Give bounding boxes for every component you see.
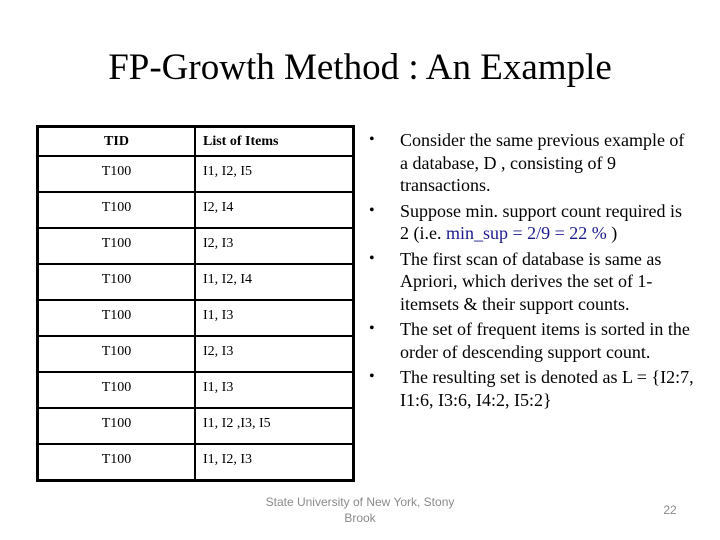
items-cell: I1, I2 ,I3, I5 <box>194 407 355 445</box>
tid-cell: T100 <box>36 443 196 482</box>
table-row: T100 I2, I3 <box>36 335 355 373</box>
bullet-text: The first scan of database is same as Ap… <box>400 248 662 314</box>
items-cell: I2, I3 <box>194 335 355 373</box>
bullet-item: • Suppose min. support count required is… <box>365 200 695 245</box>
column-header-tid: TID <box>36 125 196 157</box>
page-number: 22 <box>663 503 677 517</box>
table-row: T100 I2, I4 <box>36 191 355 229</box>
bullet-icon: • <box>369 368 375 385</box>
items-cell: I1, I2, I5 <box>194 155 355 193</box>
bullet-text-suffix: ) <box>606 223 618 243</box>
tid-cell: T100 <box>36 263 196 301</box>
tid-cell: T100 <box>36 227 196 265</box>
bullet-icon: • <box>369 249 375 267</box>
items-cell: I2, I4 <box>194 191 355 229</box>
table-row: T100 I1, I2, I4 <box>36 263 355 301</box>
bullet-item: • The first scan of database is same as … <box>365 248 695 316</box>
items-cell: I2, I3 <box>194 227 355 265</box>
bullet-icon: • <box>369 131 375 148</box>
slide-title: FP-Growth Method : An Example <box>108 47 612 88</box>
tid-cell: T100 <box>36 407 196 445</box>
tid-cell: T100 <box>36 335 196 373</box>
bullet-icon: • <box>369 320 375 337</box>
bullet-list: • Consider the same previous example of … <box>365 129 695 414</box>
bullet-text: The set of frequent items is sorted in t… <box>400 319 690 362</box>
bullet-text: The resulting set is denoted as L = {I2:… <box>400 367 694 410</box>
bullet-item: • The resulting set is denoted as L = {I… <box>365 366 695 411</box>
bullet-item: • Consider the same previous example of … <box>365 129 695 197</box>
table-row: T100 I2, I3 <box>36 227 355 265</box>
column-header-items: List of Items <box>194 125 355 157</box>
tid-cell: T100 <box>36 371 196 409</box>
table-header-row: TID List of Items <box>36 125 355 157</box>
items-cell: I1, I2, I4 <box>194 263 355 301</box>
table-row: T100 I1, I3 <box>36 371 355 409</box>
bullet-icon: • <box>369 201 375 219</box>
table-row: T100 I1, I3 <box>36 299 355 337</box>
items-cell: I1, I3 <box>194 299 355 337</box>
transactions-table: TID List of Items T100 I1, I2, I5 T100 I… <box>36 125 355 482</box>
bullet-text: Consider the same previous example of a … <box>400 130 685 195</box>
items-cell: I1, I3 <box>194 371 355 409</box>
table-row: T100 I1, I2, I5 <box>36 155 355 193</box>
items-cell: I1, I2, I3 <box>194 443 355 482</box>
min-sup-highlight: min_sup = 2/9 = 22 % <box>445 223 607 243</box>
slide-footer: State University of New York, Stony Broo… <box>265 495 455 525</box>
bullet-item: • The set of frequent items is sorted in… <box>365 318 695 363</box>
table-row: T100 I1, I2 ,I3, I5 <box>36 407 355 445</box>
tid-cell: T100 <box>36 299 196 337</box>
tid-cell: T100 <box>36 191 196 229</box>
tid-cell: T100 <box>36 155 196 193</box>
table-row: T100 I1, I2, I3 <box>36 443 355 482</box>
